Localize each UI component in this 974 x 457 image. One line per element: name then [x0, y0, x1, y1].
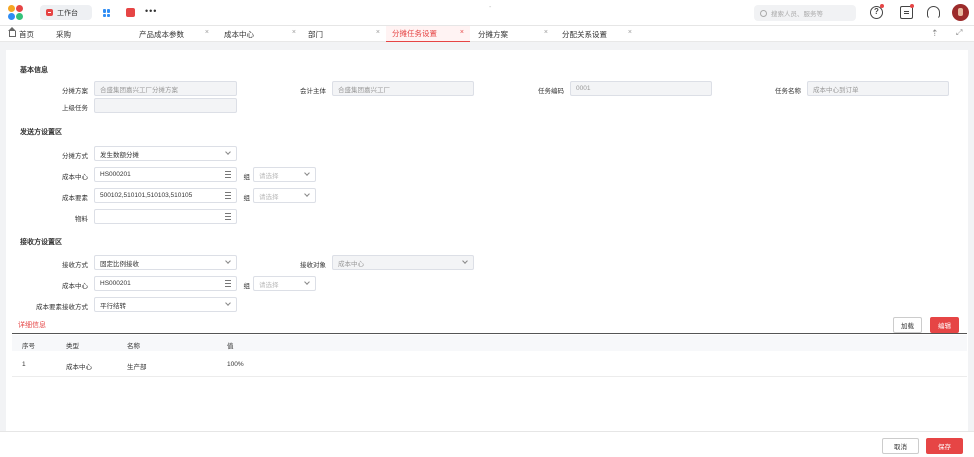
table-cell-type: 成本中心: [66, 364, 92, 371]
global-search-input[interactable]: 搜索人员、服务等: [754, 5, 856, 21]
column-header-value: 值: [227, 343, 234, 350]
form-panel: 基本信息 分摊方案 合盛集团嘉兴工厂分摊方案 会计主体 合盛集团嘉兴工厂 任务编…: [6, 50, 968, 432]
detail-divider: [12, 333, 967, 334]
receiver-section-title: 接收方设置区: [20, 239, 62, 246]
upload-icon[interactable]: ⇡: [931, 28, 939, 39]
headset-icon[interactable]: [927, 6, 940, 19]
code-field: 0001: [570, 81, 712, 96]
list-icon[interactable]: [225, 213, 231, 220]
sender-cost-center-label: 成本中心: [62, 174, 88, 181]
tab-department[interactable]: 部门 ×: [302, 26, 386, 42]
message-badge-dot: [910, 4, 914, 8]
more-icon[interactable]: •••: [145, 6, 157, 16]
sender-cost-element-input[interactable]: 500102,510101,510103,510105: [94, 188, 237, 203]
close-icon[interactable]: ×: [205, 29, 209, 36]
close-icon[interactable]: ×: [544, 29, 548, 36]
code-label: 任务编码: [538, 88, 564, 95]
cancel-button[interactable]: 取消: [882, 438, 919, 454]
task-name-label: 任务名称: [775, 88, 801, 95]
list-icon[interactable]: [225, 171, 231, 178]
receiver-object-select[interactable]: 成本中心: [332, 255, 474, 270]
search-placeholder: 搜索人员、服务等: [771, 11, 823, 18]
receiver-method-label: 接收方式: [62, 262, 88, 269]
column-header-name: 名称: [127, 343, 140, 350]
table-cell-index: 1: [22, 361, 26, 368]
chevron-down-icon: [304, 279, 310, 285]
home-icon: [8, 27, 16, 37]
sender-method-select[interactable]: 发生数额分摊: [94, 146, 237, 161]
close-icon[interactable]: ×: [292, 29, 296, 36]
top-bar: 工作台 ••• - 搜索人员、服务等 ?: [0, 0, 974, 26]
entity-label: 会计主体: [300, 88, 326, 95]
sender-cost-element-label: 成本要素: [62, 195, 88, 202]
footer-bar: 取消 保存: [0, 431, 974, 457]
close-icon[interactable]: ×: [376, 29, 380, 36]
center-mark: -: [489, 4, 492, 11]
chevron-down-icon: [304, 170, 310, 176]
tab-allocation-task-settings[interactable]: 分摊任务设置 ×: [386, 26, 470, 42]
table-cell-value: 100%: [227, 361, 244, 368]
sender-cc-group-label: 组: [243, 174, 251, 181]
sender-cost-center-input[interactable]: HS000201: [94, 167, 237, 182]
close-icon[interactable]: ×: [460, 29, 464, 36]
table-cell-name: 生产部: [127, 364, 147, 371]
sender-elem-group-select[interactable]: 请选择: [253, 188, 316, 203]
chevron-down-icon: [462, 258, 468, 264]
help-badge-dot: [880, 4, 884, 8]
app-logo-icon[interactable]: [8, 5, 24, 21]
close-icon[interactable]: ×: [628, 29, 632, 36]
scheme-field: 合盛集团嘉兴工厂分摊方案: [94, 81, 237, 96]
workbench-icon: [46, 9, 53, 16]
parent-task-field: [94, 98, 237, 113]
search-icon: [760, 9, 767, 17]
app-shortcut-icon[interactable]: [126, 8, 135, 17]
cost-element-receive-method-select[interactable]: 平行结转: [94, 297, 237, 312]
edit-button[interactable]: 编辑: [930, 317, 959, 333]
workbench-button[interactable]: 工作台: [40, 5, 92, 20]
tab-allocation-scheme[interactable]: 分摊方案 ×: [470, 26, 554, 42]
sender-cc-group-select[interactable]: 请选择: [253, 167, 316, 182]
save-button[interactable]: 保存: [926, 438, 963, 454]
workbench-label: 工作台: [57, 9, 78, 17]
tab-cost-center[interactable]: 成本中心 ×: [218, 26, 302, 42]
list-icon[interactable]: [225, 192, 231, 199]
parent-task-label: 上级任务: [62, 105, 88, 112]
receiver-method-select[interactable]: 固定比例接收: [94, 255, 237, 270]
column-header-index: 序号: [22, 343, 35, 350]
tab-distribution-relation-settings[interactable]: 分配关系设置 ×: [554, 26, 638, 42]
entity-field: 合盛集团嘉兴工厂: [332, 81, 474, 96]
table-row[interactable]: [12, 376, 967, 377]
load-button[interactable]: 加载: [893, 317, 922, 333]
avatar[interactable]: [952, 4, 969, 21]
sender-section-title: 发送方设置区: [20, 129, 62, 136]
tab-product-cost-params[interactable]: 产品成本参数 ×: [131, 26, 215, 42]
material-input[interactable]: [94, 209, 237, 224]
table-header: [12, 335, 967, 351]
scheme-label: 分摊方案: [62, 88, 88, 95]
chevron-down-icon: [225, 258, 231, 264]
chevron-down-icon: [304, 191, 310, 197]
chevron-down-icon: [225, 300, 231, 306]
material-label: 物料: [75, 216, 88, 223]
tab-purchase[interactable]: 采购: [56, 26, 96, 42]
list-icon[interactable]: [225, 280, 231, 287]
cost-element-receive-method-label: 成本要素接收方式: [36, 304, 88, 311]
tab-bar: 首页 采购 产品成本参数 × 成本中心 × 部门 × 分摊任务设置 × 分摊方案…: [0, 26, 974, 42]
chevron-down-icon: [225, 149, 231, 155]
receiver-cc-group-select[interactable]: 请选择: [253, 276, 316, 291]
tab-home[interactable]: 首页: [8, 26, 45, 42]
basic-info-title: 基本信息: [20, 67, 48, 74]
receiver-object-label: 接收对象: [300, 262, 326, 269]
fullscreen-icon[interactable]: ⤢: [956, 28, 962, 38]
apps-grid-icon[interactable]: [103, 9, 111, 17]
column-header-type: 类型: [66, 343, 79, 350]
receiver-cc-group-label: 组: [243, 283, 251, 290]
sender-elem-group-label: 组: [243, 195, 251, 202]
receiver-cost-center-input[interactable]: HS000201: [94, 276, 237, 291]
receiver-cost-center-label: 成本中心: [62, 283, 88, 290]
sender-method-label: 分摊方式: [62, 153, 88, 160]
task-name-field: 成本中心到订单: [807, 81, 949, 96]
tab-detail-info[interactable]: 详细信息: [18, 320, 46, 330]
